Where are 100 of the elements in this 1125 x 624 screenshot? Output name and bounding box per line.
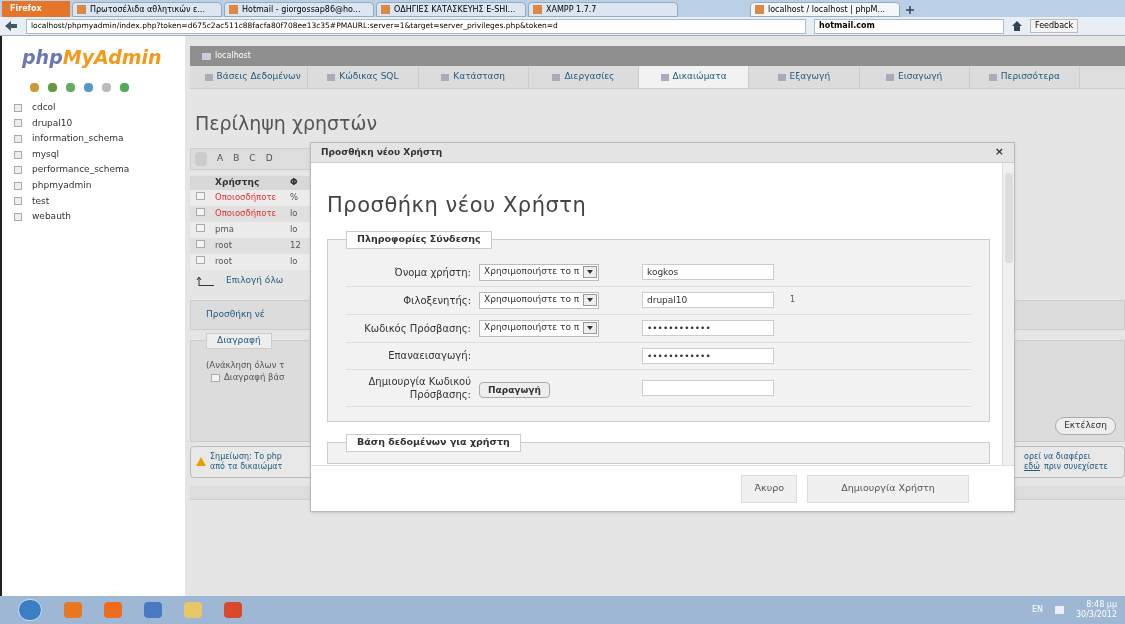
text-field[interactable]: drupal10: [642, 292, 774, 308]
checkbox-label: Διαγραφή βάσ: [224, 371, 285, 384]
page-title: Περίληψη χρηστών: [195, 111, 379, 136]
letter-link[interactable]: C: [249, 151, 256, 166]
taskbar-app-icon[interactable]: [64, 602, 82, 618]
page-icon: [77, 5, 86, 14]
note-text: Σημείωση: Το php: [210, 451, 283, 462]
checkbox[interactable]: [196, 208, 205, 217]
text-field[interactable]: ••••••••••••: [642, 347, 774, 364]
database-item[interactable]: test: [2, 193, 185, 210]
note-text: ορεί να διαφέρει: [1024, 451, 1092, 462]
warning-icon: [196, 457, 206, 466]
taskbar-app-icon[interactable]: [144, 602, 162, 618]
select-all-link[interactable]: Επιλογή όλω: [226, 273, 284, 288]
table-cell: %: [290, 191, 299, 204]
text-field[interactable]: ••••••••••••: [642, 320, 774, 336]
nav-tab[interactable]: Δικαιώματα: [639, 66, 750, 88]
page-icon: [229, 5, 238, 14]
tab-title: XAMPP 1.7.7: [546, 3, 597, 16]
select-value: Χρησιμοποιήστε το π: [484, 265, 580, 279]
select-value: Χρησιμοποιήστε το π: [484, 293, 580, 307]
dialog-heading: Προσθήκη νέου Χρήστη: [327, 192, 588, 219]
note-text: από τα δικαιώματ: [210, 461, 283, 472]
text-field[interactable]: kogkos: [642, 264, 774, 280]
database-item[interactable]: webauth: [2, 209, 185, 225]
column-header[interactable]: Φ: [290, 175, 298, 190]
table-cell-text: root: [215, 239, 234, 252]
tray-icon[interactable]: [1054, 606, 1064, 614]
database-item[interactable]: cdcol: [2, 100, 185, 116]
database-item[interactable]: information_schema: [2, 131, 185, 147]
plus-icon[interactable]: [906, 6, 914, 14]
select-value: Χρησιμοποιήστε το π: [484, 321, 580, 335]
browser-tab[interactable]: XAMPP 1.7.7: [528, 2, 678, 17]
dialog-title: Προσθήκη νέου Χρήστη: [321, 145, 443, 159]
table-cell: lo: [290, 207, 298, 220]
tab-title: localhost / localhost | phpM...: [768, 3, 886, 16]
page-icon: [381, 5, 390, 14]
checkbox[interactable]: [196, 224, 205, 233]
taskbar-app-icon[interactable]: [104, 602, 122, 618]
checkbox[interactable]: [196, 192, 205, 201]
checkbox[interactable]: [211, 373, 220, 382]
caret-icon: [587, 326, 593, 330]
tab-title: Hotmail - giorgossap86@ho...: [242, 3, 361, 16]
execute-button[interactable]: Εκτέλεση: [1055, 416, 1116, 435]
table-cell: 12: [290, 239, 301, 252]
tab-title: Πρωτοσέλιδα αθλητικών ε...: [90, 3, 205, 16]
create-user-button[interactable]: Δημιουργία Χρήστη: [807, 474, 969, 503]
close-button[interactable]: ×: [994, 144, 1004, 161]
table-cell-text: Οποιοσδήποτε: [215, 191, 278, 204]
checkbox[interactable]: [196, 240, 205, 249]
database-item[interactable]: phpmyadmin: [2, 177, 185, 194]
taskbar-app-icon[interactable]: [224, 602, 242, 618]
browser-tab[interactable]: Hotmail - giorgossap86@ho...: [224, 2, 374, 17]
note-text: πριν συνεχίσετε: [1043, 461, 1108, 472]
select-field[interactable]: Χρησιμοποιήστε το π: [479, 291, 599, 309]
page-icon: [533, 5, 542, 14]
field-label: Δημιουργία Κωδικού Πρόσβασης:: [367, 374, 471, 401]
generate-button[interactable]: Παραγωγή: [479, 382, 550, 399]
text-field[interactable]: [642, 379, 774, 396]
back-arrow-icon[interactable]: [4, 20, 18, 32]
feedback-button[interactable]: Feedback: [1030, 19, 1079, 33]
database-item[interactable]: drupal10: [2, 115, 185, 132]
letter-link[interactable]: A: [217, 151, 224, 166]
select-field[interactable]: Χρησιμοποιήστε το π: [479, 319, 599, 337]
table-cell: lo: [290, 223, 298, 236]
checkbox[interactable]: [196, 256, 205, 265]
start-button[interactable]: [18, 599, 42, 621]
table-cell-text: Οποιοσδήποτε: [215, 207, 278, 220]
cancel-button[interactable]: Άκυρο: [741, 474, 797, 503]
tab-title: ΟΔΗΓΙΕΣ ΚΑΤΑΣΚΕΥΗΣ E-SHI...: [394, 3, 516, 16]
table-cell: lo: [290, 255, 298, 268]
letter-link[interactable]: B: [233, 151, 240, 166]
field-note: 1: [790, 294, 796, 306]
database-item[interactable]: mysql: [2, 146, 185, 163]
search-field[interactable]: hotmail.com: [814, 18, 1004, 34]
home-icon[interactable]: [1012, 21, 1022, 31]
browser-tab[interactable]: Πρωτοσέλιδα αθλητικών ε...: [72, 2, 222, 17]
dropdown-button[interactable]: [583, 294, 597, 306]
browser-tab[interactable]: ΟΔΗΓΙΕΣ ΚΑΤΑΣΚΕΥΗΣ E-SHI...: [376, 2, 526, 17]
dropdown-button[interactable]: [583, 322, 597, 334]
page-icon: [755, 5, 764, 14]
dropdown-button[interactable]: [583, 266, 597, 278]
field-label: Επαναεισαγωγή:: [387, 349, 471, 362]
table-cell-text: pma: [215, 223, 235, 236]
logo: phpMyAdmin: [21, 48, 163, 67]
letter-link[interactable]: D: [265, 151, 273, 166]
field-label: Φιλοξενητής:: [402, 293, 471, 307]
browser-tab[interactable]: localhost / localhost | phpM...: [750, 2, 900, 17]
server-bar: localhost: [190, 46, 1125, 66]
caret-icon: [587, 298, 593, 302]
table-cell-text: root: [215, 255, 234, 268]
scrollbar[interactable]: [1002, 163, 1014, 465]
taskbar-app-icon[interactable]: [184, 602, 202, 618]
note-link[interactable]: εδώ: [1024, 461, 1040, 472]
column-header[interactable]: Χρήστης: [190, 175, 290, 190]
field-label: Όνομα χρήστη:: [393, 265, 471, 279]
add-user-link[interactable]: Προσθήκη νέ: [206, 307, 265, 322]
caret-icon: [587, 270, 593, 274]
select-field[interactable]: Χρησιμοποιήστε το π: [479, 263, 599, 281]
database-item[interactable]: performance_schema: [2, 162, 185, 178]
